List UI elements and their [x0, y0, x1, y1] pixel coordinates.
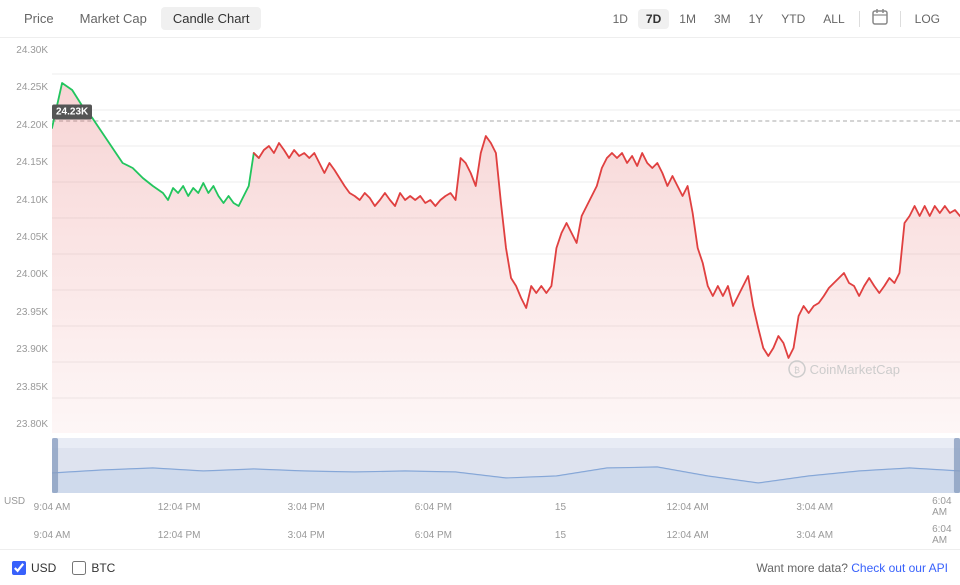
- usd-checkbox[interactable]: [12, 561, 26, 575]
- btc-label-text: BTC: [91, 561, 115, 575]
- tab-group: Price Market Cap Candle Chart: [12, 7, 261, 30]
- tab-market-cap[interactable]: Market Cap: [68, 7, 159, 30]
- header: Price Market Cap Candle Chart 1D 7D 1M 3…: [0, 0, 960, 38]
- log-button[interactable]: LOG: [907, 9, 948, 29]
- mini-x-axis: 9:04 AM 12:04 PM 3:04 PM 6:04 PM 15 12:0…: [52, 521, 960, 549]
- separator: [859, 11, 860, 27]
- x-label-1: 12:04 PM: [158, 502, 201, 513]
- y-label-2: 24.20K: [0, 121, 52, 131]
- mini-x-label-3: 6:04 PM: [415, 530, 452, 541]
- y-label-8: 23.90K: [0, 345, 52, 355]
- svg-text:₿: ₿: [794, 366, 800, 375]
- api-link[interactable]: Check out our API: [851, 561, 948, 575]
- usd-checkbox-item[interactable]: USD: [12, 561, 56, 575]
- time-1m[interactable]: 1M: [671, 9, 704, 29]
- x-label-5: 12:04 AM: [666, 502, 708, 513]
- btc-checkbox[interactable]: [72, 561, 86, 575]
- y-label-0: 24.30K: [0, 46, 52, 56]
- watermark: ₿ CoinMarketCap: [788, 360, 900, 378]
- x-label-0: 9:04 AM: [34, 502, 71, 513]
- x-label-6: 3:04 AM: [796, 502, 833, 513]
- y-label-10: 23.80K: [0, 420, 52, 430]
- time-ytd[interactable]: YTD: [773, 9, 813, 29]
- y-label-1: 24.25K: [0, 83, 52, 93]
- footer-left: USD BTC: [12, 561, 115, 575]
- footer: USD BTC Want more data? Check out our AP…: [0, 549, 960, 585]
- tab-price[interactable]: Price: [12, 7, 66, 30]
- mini-y-axis: [0, 438, 52, 493]
- current-price-label: 24.23K: [52, 105, 92, 120]
- x-axis-row: USD 9:04 AM 12:04 PM 3:04 PM 6:04 PM 15 …: [0, 493, 960, 521]
- y-label-3: 24.15K: [0, 158, 52, 168]
- time-all[interactable]: ALL: [815, 9, 852, 29]
- time-3m[interactable]: 3M: [706, 9, 739, 29]
- usd-label: USD: [0, 496, 25, 507]
- usd-label-text: USD: [31, 561, 56, 575]
- y-label-7: 23.95K: [0, 308, 52, 318]
- mini-x-label-4: 15: [555, 530, 566, 541]
- x-label-3: 6:04 PM: [415, 502, 452, 513]
- calendar-icon[interactable]: [866, 6, 894, 31]
- btc-checkbox-item[interactable]: BTC: [72, 561, 115, 575]
- y-label-9: 23.85K: [0, 383, 52, 393]
- mini-x-label-7: 6:04 AM: [932, 524, 951, 546]
- time-1y[interactable]: 1Y: [741, 9, 772, 29]
- volume-chart[interactable]: // Generate volume bars via JS: [52, 438, 960, 493]
- chart-container: 24.30K 24.25K 24.20K 24.15K 24.10K 24.05…: [0, 38, 960, 438]
- main-chart-svg: [52, 38, 960, 438]
- time-7d[interactable]: 7D: [638, 9, 669, 29]
- watermark-text: CoinMarketCap: [810, 362, 900, 377]
- mini-x-label-2: 3:04 PM: [288, 530, 325, 541]
- x-label-4: 15: [555, 502, 566, 513]
- y-label-4: 24.10K: [0, 196, 52, 206]
- chart-area[interactable]: 24.23K ₿ CoinMarketCap: [52, 38, 960, 438]
- mini-x-label-5: 12:04 AM: [666, 530, 708, 541]
- api-text: Want more data?: [756, 561, 848, 575]
- y-axis: 24.30K 24.25K 24.20K 24.15K 24.10K 24.05…: [0, 38, 52, 438]
- mini-x-label-1: 12:04 PM: [158, 530, 201, 541]
- separator2: [900, 11, 901, 27]
- mini-x-label-6: 3:04 AM: [796, 530, 833, 541]
- volume-chart-area: // Generate volume bars via JS: [0, 438, 960, 493]
- time-1d[interactable]: 1D: [605, 9, 636, 29]
- y-label-6: 24.00K: [0, 270, 52, 280]
- x-label-7: 6:04 AM: [932, 496, 951, 518]
- mini-x-axis-row: 9:04 AM 12:04 PM 3:04 PM 6:04 PM 15 12:0…: [0, 521, 960, 549]
- x-label-2: 3:04 PM: [288, 502, 325, 513]
- time-controls: 1D 7D 1M 3M 1Y YTD ALL LOG: [605, 6, 948, 31]
- footer-right: Want more data? Check out our API: [756, 561, 948, 575]
- y-label-5: 24.05K: [0, 233, 52, 243]
- tab-candle-chart[interactable]: Candle Chart: [161, 7, 262, 30]
- x-axis: 9:04 AM 12:04 PM 3:04 PM 6:04 PM 15 12:0…: [52, 493, 960, 521]
- mini-x-label-0: 9:04 AM: [34, 530, 71, 541]
